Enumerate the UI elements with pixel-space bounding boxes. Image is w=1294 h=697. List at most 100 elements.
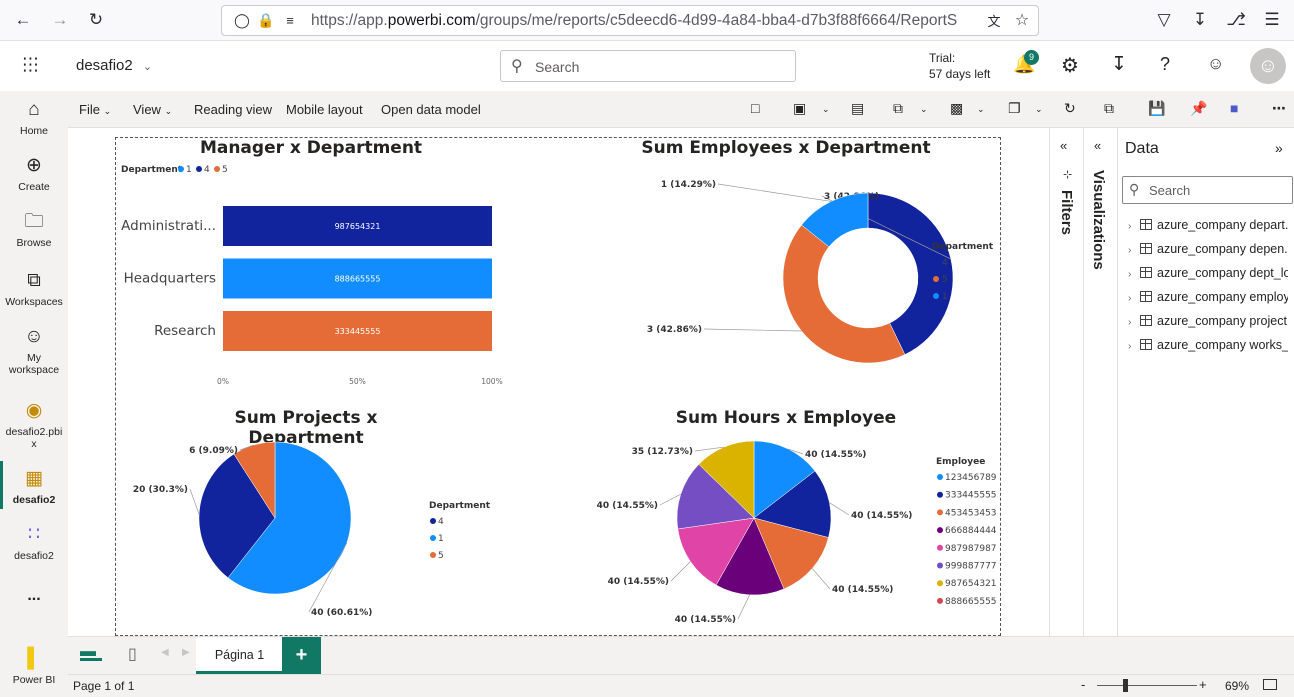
legend-item[interactable]: 888665555 bbox=[937, 597, 996, 607]
pocket-icon[interactable]: ▽ bbox=[1152, 9, 1176, 31]
data-table-item[interactable]: › azure_company depen... bbox=[1128, 242, 1288, 256]
legend-item[interactable]: 333445555 bbox=[937, 491, 996, 501]
chevron-down-icon[interactable]: ⌄ bbox=[822, 104, 830, 115]
url-bar[interactable]: ◯ 🔒 ≡ https://app.powerbi.com/groups/me/… bbox=[221, 5, 1039, 36]
legend-item[interactable]: 666884444 bbox=[937, 526, 996, 536]
chevron-right-icon[interactable]: › bbox=[1128, 317, 1140, 328]
url-text[interactable]: https://app.powerbi.com/groups/me/report… bbox=[311, 12, 971, 30]
legend-item[interactable]: 987654321 bbox=[937, 579, 996, 589]
chevron-right-icon[interactable]: › bbox=[1128, 269, 1140, 280]
filters-pane-collapsed[interactable]: « ⊹ Filters bbox=[1049, 128, 1083, 636]
pie-slice[interactable] bbox=[782, 224, 906, 364]
chevron-down-icon[interactable]: ⌄ bbox=[920, 104, 928, 115]
comment-icon[interactable]: □ bbox=[751, 100, 759, 116]
back-icon[interactable]: ← bbox=[11, 9, 35, 31]
zoom-out-icon[interactable]: - bbox=[1081, 677, 1085, 692]
search-input[interactable]: ⚲ Search bbox=[500, 50, 796, 82]
open-data-model-button[interactable]: Open data model bbox=[381, 102, 481, 117]
shield-icon[interactable]: ◯ bbox=[230, 9, 254, 31]
rail-report-desafio2[interactable]: ▦ desafio2 bbox=[0, 467, 68, 506]
rail-create[interactable]: ⊕ Create bbox=[0, 154, 68, 193]
rail-pbix-file[interactable]: ◉ desafio2.pbix bbox=[0, 399, 68, 450]
legend-item[interactable]: 453453453 bbox=[937, 508, 996, 518]
pie-slices: 40 (14.55%) 40 (14.55%) 40 (14.55%) 40 (14.… bbox=[597, 440, 912, 625]
add-page-button[interactable]: + bbox=[282, 637, 321, 674]
zoom-slider-thumb[interactable] bbox=[1123, 679, 1128, 692]
download-icon[interactable]: ↧ bbox=[1188, 9, 1212, 31]
employees-department-donut-chart[interactable]: 3 (42.86%)3 (42.86%)1 (14.29%) Departmen… bbox=[596, 158, 996, 388]
present-icon[interactable]: ▩ bbox=[950, 100, 963, 117]
translate-icon[interactable]: 文 bbox=[982, 9, 1006, 31]
reload-icon[interactable]: ↻ bbox=[84, 9, 108, 31]
phone-layout-icon[interactable]: ▯ bbox=[128, 644, 137, 664]
pin-icon[interactable]: 📌 bbox=[1190, 100, 1207, 117]
legend-item[interactable]: 4 bbox=[430, 517, 444, 527]
rail-more[interactable]: ... bbox=[0, 587, 68, 605]
hours-employee-pie-chart[interactable]: 40 (14.55%) 40 (14.55%) 40 (14.55%) 40 (14.… bbox=[596, 428, 996, 633]
reading-view-button[interactable]: Reading view bbox=[194, 102, 272, 117]
feedback-icon[interactable]: ☺ bbox=[1207, 54, 1224, 74]
legend-item[interactable]: 987987987 bbox=[937, 544, 996, 554]
teams-icon[interactable]: ■ bbox=[1230, 100, 1238, 116]
settings-gear-icon[interactable]: ⚙ bbox=[1061, 53, 1079, 78]
menu-icon[interactable]: ☰ bbox=[1260, 9, 1284, 31]
workspace-selector[interactable]: desafio2 ⌄ bbox=[76, 57, 152, 74]
legend-item[interactable]: 1 bbox=[430, 534, 444, 544]
mobile-layout-button[interactable]: Mobile layout bbox=[286, 102, 363, 117]
data-table-item[interactable]: › azure_company works_... bbox=[1128, 338, 1288, 352]
text-box-icon[interactable]: ▣ bbox=[793, 100, 806, 117]
help-icon[interactable]: ? bbox=[1160, 54, 1170, 75]
file-menu[interactable]: File ⌄ bbox=[79, 102, 111, 117]
save-icon[interactable]: 💾 bbox=[1148, 100, 1165, 117]
bookmark-star-icon[interactable]: ☆ bbox=[1010, 9, 1034, 31]
forward-icon[interactable]: → bbox=[48, 9, 72, 31]
notes-icon[interactable]: ▤ bbox=[851, 100, 864, 117]
more-options-icon[interactable]: ⋯ bbox=[1272, 100, 1286, 117]
chevron-right-icon[interactable]: › bbox=[1128, 245, 1140, 256]
chevron-down-icon[interactable]: ⌄ bbox=[977, 104, 985, 115]
data-search-input[interactable]: ⚲ Search bbox=[1122, 176, 1293, 204]
data-table-item[interactable]: › azure_company employ... bbox=[1128, 290, 1288, 304]
permissions-icon[interactable]: ≡ bbox=[278, 9, 302, 31]
refresh-icon[interactable]: ↻ bbox=[1064, 100, 1076, 117]
legend-item[interactable]: 5 bbox=[214, 165, 228, 175]
legend-item[interactable]: 5 bbox=[430, 551, 444, 561]
shapes-icon[interactable]: ⧉ bbox=[893, 100, 903, 117]
download-header-icon[interactable]: ↧ bbox=[1111, 53, 1127, 76]
visualizations-pane-collapsed[interactable]: « Visualizations bbox=[1083, 128, 1117, 636]
rail-home[interactable]: ⌂ Home bbox=[0, 98, 68, 137]
chevron-right-icon[interactable]: › bbox=[1128, 221, 1140, 232]
rail-powerbi-logo[interactable]: ▌ Power BI bbox=[0, 647, 68, 686]
projects-department-pie-chart[interactable]: 40 (60.61%) 20 (30.3%) 6 (9.09%) Departmen… bbox=[116, 428, 536, 633]
rail-workspaces[interactable]: ⧉ Workspaces bbox=[0, 269, 68, 308]
data-table-item[interactable]: › azure_company dept_lo... bbox=[1128, 266, 1288, 280]
rail-dataset-desafio2[interactable]: ∷ desafio2 bbox=[0, 523, 68, 562]
chevron-down-icon[interactable]: ⌄ bbox=[1035, 104, 1043, 115]
next-page-icon[interactable]: ▶ bbox=[182, 647, 190, 658]
desktop-layout-icon[interactable]: ▬ bbox=[80, 643, 102, 661]
legend-item[interactable]: 4 bbox=[196, 165, 210, 175]
expand-double-chevron-icon[interactable]: « bbox=[1094, 138, 1101, 153]
view-menu[interactable]: View ⌄ bbox=[133, 102, 172, 117]
zoom-slider-track[interactable] bbox=[1097, 685, 1197, 686]
chevron-right-icon[interactable]: › bbox=[1128, 341, 1140, 352]
data-table-item[interactable]: › azure_company project bbox=[1128, 314, 1288, 328]
expand-double-chevron-icon[interactable]: « bbox=[1060, 138, 1067, 153]
rail-my-workspace[interactable]: ☺ My workspace bbox=[0, 325, 68, 376]
manager-department-bar-chart[interactable]: Department 1 4 5 Administrati... 987654321 H… bbox=[116, 158, 536, 393]
copy-icon[interactable]: ❐ bbox=[1008, 100, 1021, 117]
chevron-right-icon[interactable]: › bbox=[1128, 293, 1140, 304]
lock-icon[interactable]: 🔒 bbox=[254, 9, 278, 31]
previous-page-icon[interactable]: ◀ bbox=[161, 647, 169, 658]
legend-item[interactable]: 999887777 bbox=[937, 562, 996, 572]
fit-to-page-icon[interactable] bbox=[1263, 679, 1277, 690]
page-tab-active[interactable]: Página 1 bbox=[196, 637, 283, 674]
extensions-icon[interactable]: ⎇ bbox=[1224, 9, 1248, 31]
legend-item[interactable]: 123456789 bbox=[937, 473, 996, 483]
data-table-item[interactable]: › azure_company depart... bbox=[1128, 218, 1288, 232]
zoom-in-icon[interactable]: + bbox=[1199, 677, 1207, 692]
collapse-double-chevron-icon[interactable]: » bbox=[1275, 140, 1283, 156]
rail-browse[interactable]: 🗀 Browse bbox=[0, 210, 68, 249]
user-avatar[interactable]: ☺ bbox=[1250, 48, 1286, 84]
duplicate-icon[interactable]: ⧉ bbox=[1104, 100, 1114, 117]
